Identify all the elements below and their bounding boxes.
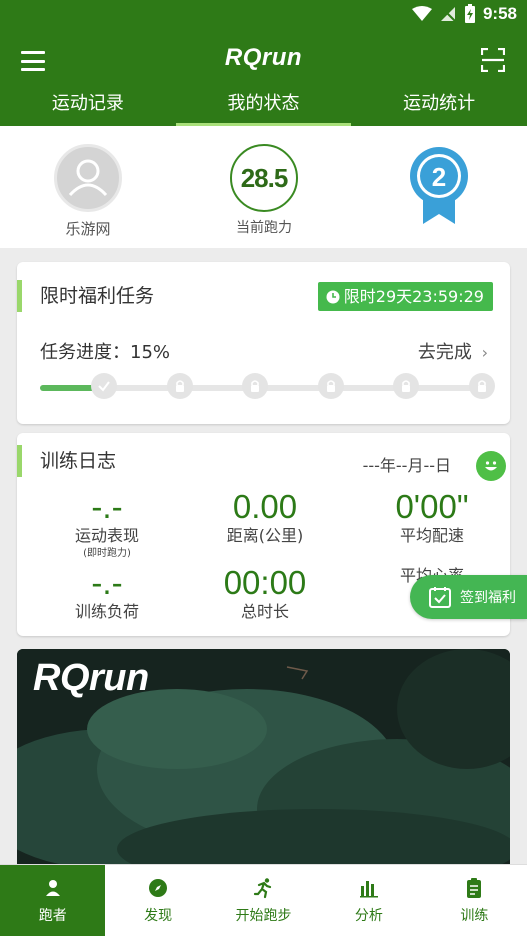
status-bar: 9:58: [0, 0, 527, 30]
check-icon: [98, 381, 110, 392]
task-card: 限时福利任务 限时29天23:59:29 任务进度：15% 去完成 ›: [17, 262, 510, 424]
training-log-date[interactable]: ---年--月--日: [363, 452, 451, 476]
stat-value: -.-: [91, 488, 123, 525]
stat-total-duration: 00:00 总时长: [190, 565, 340, 623]
rq-badge[interactable]: 2: [384, 146, 494, 230]
calendar-check-icon: [429, 587, 451, 608]
chevron-right-icon: ›: [481, 343, 488, 362]
nav-runner[interactable]: 跑者: [0, 865, 106, 936]
profile-section: 乐游网 28.5 当前跑力 2: [0, 126, 527, 248]
complete-task-label: 去完成: [417, 342, 472, 363]
nav-label: 开始跑步: [235, 907, 292, 924]
avatar-placeholder-icon: [68, 159, 108, 197]
no-signal-icon: [440, 6, 456, 22]
stat-label: 距离(公里): [226, 526, 304, 545]
tab-my-status[interactable]: 我的状态: [175, 86, 352, 126]
stat-training-load: -.- 训练负荷: [32, 565, 182, 623]
compass-icon: [149, 878, 168, 897]
stat-sublabel: (即时跑力): [83, 548, 131, 559]
app-title: RQrun: [224, 44, 303, 71]
stat-label: 运动表现: [74, 526, 139, 545]
promo-banner[interactable]: RQrun: [17, 649, 510, 869]
milestone-locked: [469, 373, 495, 399]
user-profile[interactable]: 乐游网: [33, 144, 143, 239]
stat-avg-pace: 0'00" 平均配速: [357, 489, 507, 547]
lock-icon: [175, 380, 184, 392]
stat-value: 00:00: [223, 564, 307, 601]
stat-performance: -.- 运动表现 (即时跑力): [32, 489, 182, 561]
nav-analysis[interactable]: 分析: [316, 865, 421, 936]
stat-value: 0'00": [395, 488, 469, 525]
milestone-completed: [91, 373, 117, 399]
avatar[interactable]: [54, 144, 122, 212]
milestone-locked: [317, 373, 344, 399]
stat-distance: 0.00 距离(公里): [190, 489, 340, 547]
stat-label: 总时长: [240, 602, 289, 621]
lock-icon: [251, 380, 260, 392]
rq-value: 28.5: [240, 162, 289, 193]
lock-icon: [402, 380, 411, 392]
status-time: 9:58: [482, 4, 517, 23]
nav-discover[interactable]: 发现: [105, 865, 210, 936]
runner-icon: [253, 877, 271, 898]
scan-icon[interactable]: [481, 48, 505, 72]
checkin-label: 签到福利: [460, 590, 516, 606]
clock-icon: [326, 290, 340, 303]
bar-chart-icon: [359, 880, 378, 897]
bottom-navigation: 跑者 发现 开始跑步 分析 训练: [0, 864, 527, 936]
tab-workout-records[interactable]: 运动记录: [0, 86, 176, 126]
checkin-reward-button[interactable]: 签到福利: [410, 575, 527, 619]
rq-circle: 28.5: [230, 144, 298, 212]
lock-icon: [326, 380, 335, 392]
nav-label: 训练: [460, 907, 489, 924]
nav-label: 发现: [144, 907, 173, 924]
task-progress-label: 任务进度：15%: [40, 342, 171, 363]
app-bar: RQrun 运动记录 我的状态 运动统计: [0, 30, 527, 126]
tab-workout-stats[interactable]: 运动统计: [351, 86, 527, 126]
task-timer-text: 限时29天23:59:29: [343, 287, 484, 306]
task-card-title: 限时福利任务: [17, 280, 154, 312]
training-log-title: 训练日志: [17, 445, 116, 477]
badge-number: 2: [432, 162, 446, 192]
milestone-locked: [393, 373, 420, 399]
tab-bar: 运动记录 我的状态 运动统计: [0, 86, 527, 126]
stat-label: 训练负荷: [74, 602, 139, 621]
rq-display[interactable]: 28.5 当前跑力: [209, 144, 319, 237]
wifi-icon: [411, 6, 432, 21]
stat-label: 平均配速: [399, 526, 464, 545]
nav-label: 分析: [354, 907, 383, 924]
username: 乐游网: [65, 220, 111, 238]
rq-label: 当前跑力: [236, 220, 292, 236]
banner-logo: RQrun: [33, 657, 149, 699]
running-quotient-badge-icon: 2: [410, 147, 468, 224]
task-timer: 限时29天23:59:29: [317, 282, 493, 311]
stat-value: 0.00: [232, 488, 298, 525]
nav-training[interactable]: 训练: [422, 865, 527, 936]
complete-task-link[interactable]: 去完成 ›: [418, 338, 488, 364]
smiley-icon[interactable]: [476, 451, 506, 481]
battery-icon: [464, 4, 475, 23]
nav-start-run[interactable]: 开始跑步: [211, 865, 316, 936]
lock-icon: [478, 380, 486, 392]
clipboard-icon: [467, 877, 482, 898]
milestone-locked: [242, 373, 269, 399]
nav-label: 跑者: [38, 907, 67, 924]
stat-value: -.-: [91, 564, 123, 601]
person-icon: [45, 879, 60, 896]
milestone-locked: [166, 373, 193, 399]
